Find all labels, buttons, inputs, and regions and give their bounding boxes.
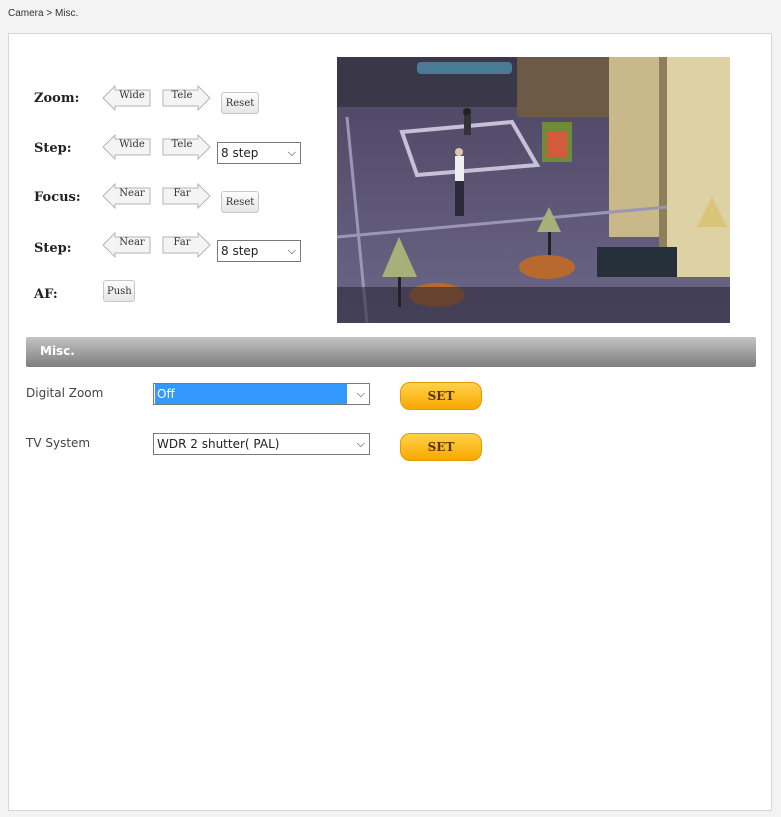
chevron-down-icon: ⌵ (356, 437, 365, 450)
focus-step-far-button[interactable]: Far (162, 232, 212, 258)
zoom-wide-label: Wide (119, 90, 145, 101)
focus-far-label: Far (173, 188, 191, 199)
breadcrumb: Camera > Misc. (8, 8, 79, 19)
af-label: AF: (34, 287, 58, 302)
zoom-step-value: 8 step (221, 146, 259, 160)
focus-near-button[interactable]: Near (102, 183, 152, 209)
tv-system-set-button[interactable]: SET (400, 433, 482, 461)
digital-zoom-select[interactable]: Off ⌵ (153, 383, 370, 405)
zoom-tele-button[interactable]: Tele (162, 85, 212, 111)
zoom-step-select[interactable]: 8 step ⌵ (217, 142, 301, 164)
focus-reset-button[interactable]: Reset (221, 191, 259, 213)
tv-system-value: WDR 2 shutter( PAL) (157, 437, 280, 451)
focus-step-near-button[interactable]: Near (102, 232, 152, 258)
zoom-label: Zoom: (34, 91, 80, 106)
chevron-down-icon: ⌵ (287, 244, 296, 257)
focus-near-label: Near (119, 188, 145, 199)
zoom-tele-label: Tele (171, 90, 193, 101)
tv-system-select[interactable]: WDR 2 shutter( PAL) ⌵ (153, 433, 370, 455)
focus-step-far-label: Far (173, 237, 191, 248)
focus-step-select[interactable]: 8 step ⌵ (217, 240, 301, 262)
tv-system-label: TV System (26, 436, 91, 450)
zoom-step-tele-button[interactable]: Tele (162, 134, 212, 160)
zoom-step-wide-label: Wide (119, 139, 145, 150)
focus-label: Focus: (34, 190, 81, 205)
chevron-down-icon: ⌵ (356, 387, 365, 400)
digital-zoom-set-button[interactable]: SET (400, 382, 482, 410)
zoom-wide-button[interactable]: Wide (102, 85, 152, 111)
zoom-step-tele-label: Tele (171, 139, 193, 150)
misc-section-header: Misc. (26, 337, 756, 367)
zoom-reset-button[interactable]: Reset (221, 92, 259, 114)
digital-zoom-label: Digital Zoom (26, 386, 104, 400)
camera-scene-image (337, 57, 730, 323)
misc-section-title: Misc. (40, 344, 75, 358)
digital-zoom-value: Off (155, 384, 347, 404)
focus-step-label: Step: (34, 241, 72, 256)
chevron-down-icon: ⌵ (287, 146, 296, 159)
focus-step-value: 8 step (221, 244, 259, 258)
camera-live-view (337, 57, 730, 323)
zoom-step-wide-button[interactable]: Wide (102, 134, 152, 160)
af-push-button[interactable]: Push (103, 280, 135, 302)
focus-far-button[interactable]: Far (162, 183, 212, 209)
zoom-step-label: Step: (34, 141, 72, 156)
focus-step-near-label: Near (119, 237, 145, 248)
